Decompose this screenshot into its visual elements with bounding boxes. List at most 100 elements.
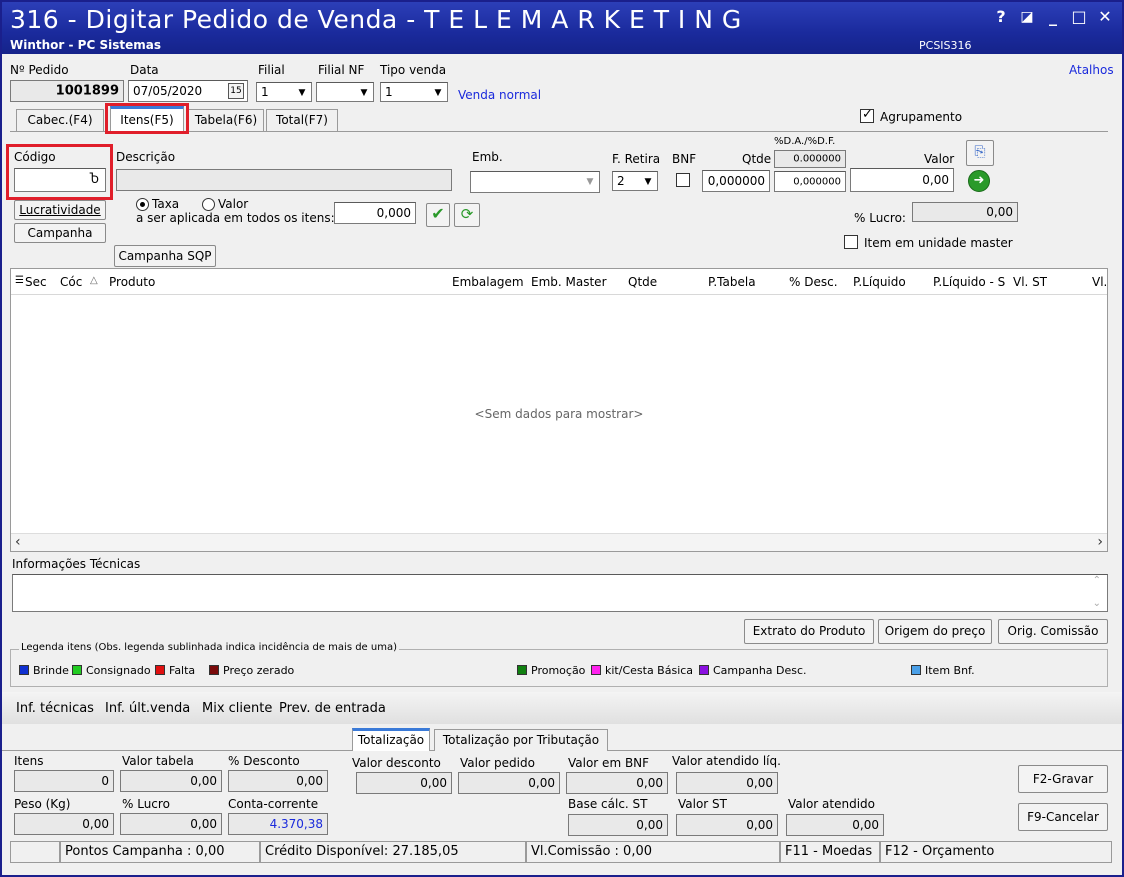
qtde-input[interactable]: 0,000000 — [702, 170, 770, 192]
col-sec[interactable]: Sec — [25, 275, 53, 289]
dadf-input-2[interactable]: 0,000000 — [774, 171, 846, 192]
info-tecnicas-textarea[interactable]: ⌃ ⌄ — [12, 574, 1108, 612]
valor-label: Valor — [924, 152, 955, 166]
lucro-value: 0,00 — [986, 205, 1013, 219]
col-ptabela[interactable]: P.Tabela — [708, 275, 756, 289]
valor-desconto-label: Valor desconto — [352, 756, 441, 770]
chevron-down-icon[interactable]: ▼ — [356, 84, 372, 100]
status-moedas[interactable]: F11 - Moedas — [780, 841, 880, 863]
lucratividade-button[interactable]: Lucratividade — [14, 200, 106, 220]
column-chooser-icon[interactable]: ☰ — [15, 275, 24, 286]
taxa-radio[interactable] — [136, 198, 149, 211]
valor-atendido-value: 0,00 — [852, 818, 879, 832]
edit-icon[interactable]: ◪ — [1016, 6, 1038, 28]
data-field[interactable]: 07/05/2020 15 — [128, 80, 248, 102]
tab-totalizacao[interactable]: Totalização — [352, 728, 430, 751]
help-button[interactable]: ? — [990, 6, 1012, 28]
scroll-down-icon[interactable]: ⌄ — [1093, 598, 1101, 609]
window-title: 316 - Digitar Pedido de Venda - T E L E … — [10, 5, 742, 34]
pedido-label: Nº Pedido — [10, 63, 69, 77]
scroll-up-icon[interactable]: ⌃ — [1093, 575, 1101, 586]
window-controls: ? ◪ _ □ ✕ — [990, 6, 1116, 28]
agrupamento-checkbox[interactable]: ✓ — [860, 107, 874, 123]
link-prev-entrada[interactable]: Prev. de entrada — [279, 701, 386, 716]
items-grid[interactable]: ☰ Sec Cóc △ Produto Embalagem Emb. Maste… — [10, 268, 1108, 552]
link-inf-tecnicas[interactable]: Inf. técnicas — [16, 701, 94, 716]
calendar-icon[interactable]: 15 — [228, 83, 244, 99]
desconto-field: 0,00 — [228, 770, 328, 792]
chevron-down-icon[interactable]: ▼ — [582, 173, 598, 191]
legend-kit: kit/Cesta Básica — [591, 664, 693, 677]
minimize-button[interactable]: _ — [1042, 6, 1064, 28]
descricao-label: Descrição — [116, 150, 176, 164]
tab-total[interactable]: Total(F7) — [266, 109, 338, 131]
valor-st-value: 0,00 — [746, 818, 773, 832]
scroll-right-icon[interactable]: › — [1097, 534, 1103, 550]
tipovenda-select[interactable]: 1 ▼ — [380, 82, 448, 102]
fretira-select[interactable]: 2 ▼ — [612, 171, 658, 191]
filialnf-select[interactable]: ▼ — [316, 82, 374, 102]
itens-field: 0 — [14, 770, 114, 792]
col-qtde[interactable]: Qtde — [628, 275, 657, 289]
col-vl[interactable]: Vl. — [1092, 275, 1106, 289]
tab-totalizacao-tributacao[interactable]: Totalização por Tributação — [434, 729, 608, 751]
valor-radio-label: Valor — [218, 197, 249, 211]
col-emb-master[interactable]: Emb. Master — [531, 275, 607, 289]
copy-icon[interactable]: ⎘ — [966, 140, 994, 166]
gravar-button[interactable]: F2-Gravar — [1018, 765, 1108, 793]
legend-label-campanha-desc: Campanha Desc. — [713, 664, 807, 677]
cancelar-button[interactable]: F9-Cancelar — [1018, 803, 1108, 831]
extrato-produto-button[interactable]: Extrato do Produto — [744, 619, 874, 644]
item-master-checkbox[interactable] — [844, 235, 858, 249]
dadf-value-2: 0,000000 — [793, 176, 841, 187]
legend-preco-zerado: Preço zerado — [209, 664, 294, 677]
col-pliquido[interactable]: P.Líquido — [853, 275, 906, 289]
desconto-label: % Desconto — [228, 754, 300, 768]
campanha-sqp-button[interactable]: Campanha SQP — [114, 245, 216, 267]
orig-comissao-button[interactable]: Orig. Comissão — [998, 619, 1108, 644]
col-pliquido-s[interactable]: P.Líquido - S — [933, 275, 1011, 289]
link-mix-cliente[interactable]: Mix cliente — [202, 701, 272, 716]
legend-label-item-bnf: Item Bnf. — [925, 664, 975, 677]
taxa-label: Taxa — [152, 197, 180, 211]
add-item-icon[interactable]: ➜ — [968, 170, 990, 192]
legend-swatch-falta — [155, 665, 165, 675]
valor-input[interactable]: 0,00 — [850, 168, 954, 192]
legend-swatch-promocao — [517, 665, 527, 675]
atalhos-link[interactable]: Atalhos — [1069, 63, 1114, 77]
chevron-down-icon[interactable]: ▼ — [430, 84, 446, 100]
bnf-checkbox[interactable] — [676, 173, 690, 187]
valor-st-label: Valor ST — [678, 797, 728, 811]
filial-select[interactable]: 1 ▼ — [256, 82, 312, 102]
chevron-down-icon[interactable]: ▼ — [294, 84, 310, 100]
valor-bnf-field: 0,00 — [566, 772, 668, 794]
col-cod[interactable]: Cóc — [60, 275, 82, 289]
close-button[interactable]: ✕ — [1094, 6, 1116, 28]
campanha-button[interactable]: Campanha — [14, 223, 106, 243]
link-inf-ult-venda[interactable]: Inf. últ.venda — [105, 701, 190, 716]
dadf-value-1: 0.000000 — [793, 153, 841, 165]
origem-preco-button[interactable]: Origem do preço — [878, 619, 992, 644]
emb-select[interactable]: ▼ — [470, 171, 600, 193]
valor-radio[interactable] — [202, 198, 215, 211]
tab-tabela[interactable]: Tabela(F6) — [188, 109, 264, 131]
legend-label-promocao: Promoção — [531, 664, 586, 677]
horizontal-scrollbar[interactable]: ‹ › — [11, 533, 1107, 551]
chevron-down-icon[interactable]: ▼ — [640, 173, 656, 189]
legend-swatch-kit — [591, 665, 601, 675]
apply-check-icon[interactable]: ✔ — [426, 203, 450, 227]
col-produto[interactable]: Produto — [109, 275, 155, 289]
scroll-left-icon[interactable]: ‹ — [15, 534, 21, 550]
pedido-field: 1001899 — [10, 80, 124, 102]
itens-value: 0 — [101, 774, 109, 788]
refresh-icon[interactable]: ⟳ — [454, 203, 480, 227]
col-desc[interactable]: % Desc. — [789, 275, 838, 289]
valor-pedido-field: 0,00 — [458, 772, 560, 794]
maximize-button[interactable]: □ — [1068, 6, 1090, 28]
aplicada-input[interactable]: 0,000 — [334, 202, 416, 224]
qtde-label: Qtde — [742, 152, 772, 166]
col-embalagem[interactable]: Embalagem — [452, 275, 524, 289]
col-vlst[interactable]: Vl. ST — [1013, 275, 1047, 289]
status-orcamento[interactable]: F12 - Orçamento — [880, 841, 1112, 863]
tab-cabec[interactable]: Cabec.(F4) — [16, 109, 104, 131]
